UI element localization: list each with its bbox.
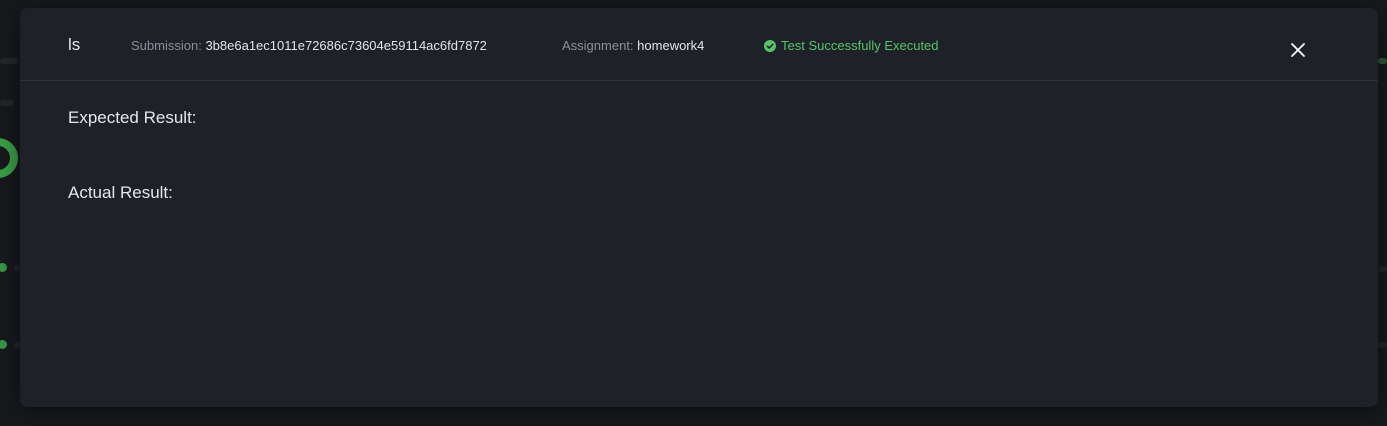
background-row — [0, 58, 18, 64]
status-badge: Test Successfully Executed — [764, 38, 939, 53]
expected-result-label: Expected Result: — [68, 108, 197, 127]
background-status-dot — [0, 263, 7, 272]
background-row — [1378, 266, 1387, 272]
test-result-modal: ls Submission: 3b8e6a1ec1011e72686c73604… — [20, 8, 1378, 407]
check-circle-icon — [764, 39, 776, 52]
modal-title: ls — [68, 35, 81, 54]
close-icon — [1291, 43, 1305, 57]
assignment-name: homework4 — [637, 38, 705, 53]
status-text: Test Successfully Executed — [781, 38, 939, 53]
close-button[interactable] — [1286, 38, 1310, 62]
assignment-info: Assignment: homework4 — [562, 38, 704, 53]
background-status-dot — [0, 340, 7, 349]
assignment-label: Assignment: — [562, 38, 634, 53]
modal-header: ls Submission: 3b8e6a1ec1011e72686c73604… — [20, 8, 1378, 81]
background-row — [0, 100, 14, 106]
background-row — [1378, 342, 1387, 348]
submission-info: Submission: 3b8e6a1ec1011e72686c73604e59… — [131, 38, 487, 53]
actual-result-label: Actual Result: — [68, 183, 173, 202]
submission-hash: 3b8e6a1ec1011e72686c73604e59114ac6fd7872 — [205, 38, 487, 53]
background-row — [1378, 58, 1387, 64]
background-progress-ring — [0, 138, 18, 178]
submission-label: Submission: — [131, 38, 202, 53]
